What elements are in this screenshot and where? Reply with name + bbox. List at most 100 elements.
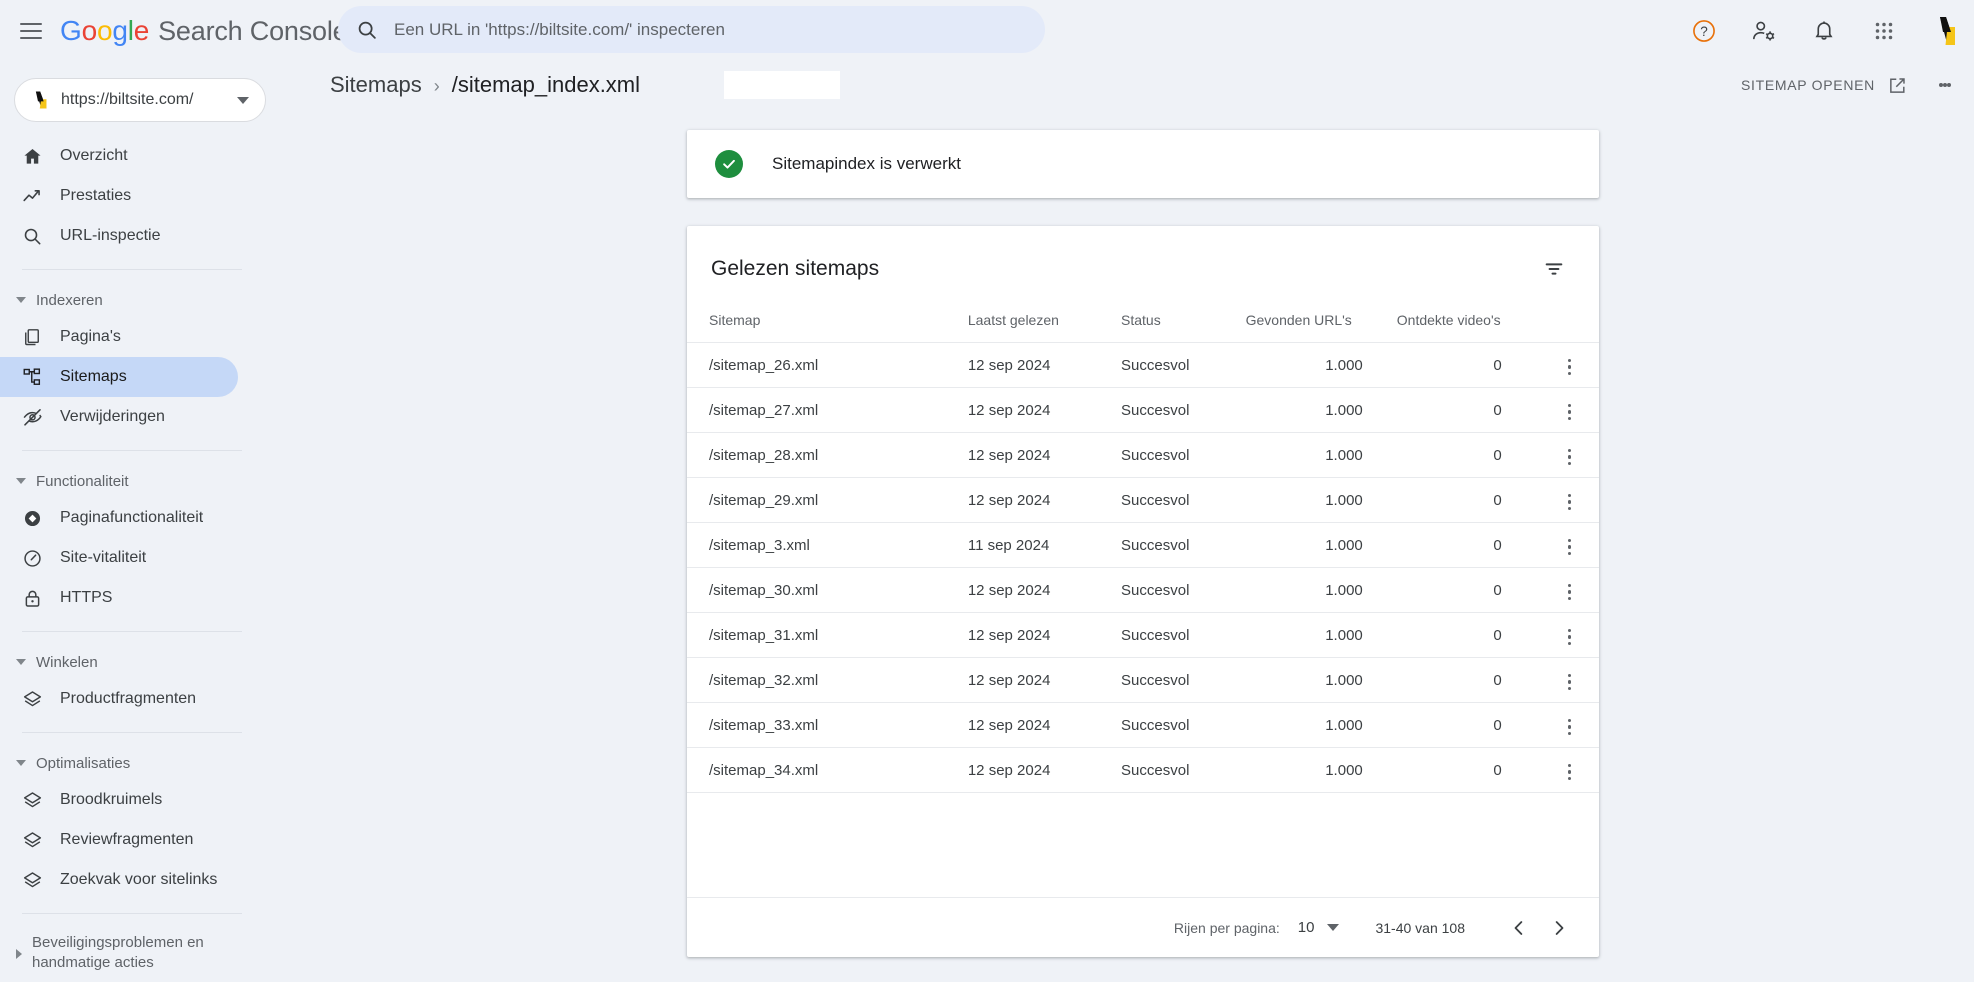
open-sitemap-button[interactable]: SITEMAP OPENEN — [1731, 67, 1918, 104]
table-row[interactable]: /sitemap_31.xml 12 sep 2024 Succesvol 1.… — [687, 612, 1599, 658]
column-header-ontdekte-videos[interactable]: Ontdekte video's — [1396, 306, 1540, 343]
cell-sitemap[interactable]: /sitemap_27.xml — [687, 387, 968, 433]
cell-sitemap[interactable]: /sitemap_32.xml — [687, 657, 968, 703]
home-icon — [22, 146, 48, 167]
row-overflow-menu-button[interactable] — [1555, 758, 1583, 786]
column-header-laatst-gelezen[interactable]: Laatst gelezen — [967, 306, 1122, 343]
sidebar-item-label: HTTPS — [60, 589, 113, 606]
cell-actions — [1539, 747, 1599, 793]
cell-actions — [1539, 657, 1599, 703]
column-header-actions — [1539, 306, 1599, 343]
row-overflow-menu-button[interactable] — [1555, 668, 1583, 696]
sidebar-item-zoekvak-voor-sitelinks[interactable]: Zoekvak voor sitelinks — [0, 860, 238, 900]
search-icon — [358, 21, 376, 39]
sidebar-item-verwijderingen[interactable]: Verwijderingen — [0, 397, 238, 437]
menu-icon[interactable] — [16, 16, 46, 46]
main-content: Sitemapindex is verwerkt Gelezen sitemap… — [266, 109, 1974, 982]
table-head-row: Sitemap Laatst gelezen Status Gevonden U… — [687, 306, 1599, 343]
row-overflow-menu-button[interactable] — [1555, 398, 1583, 426]
account-settings-icon[interactable] — [1744, 11, 1784, 51]
table-row[interactable]: /sitemap_3.xml 11 sep 2024 Succesvol 1.0… — [687, 522, 1599, 568]
breadcrumb-root-link[interactable]: Sitemaps — [330, 72, 422, 98]
sidebar-item-sitemaps[interactable]: Sitemaps — [0, 357, 238, 397]
row-overflow-menu-button[interactable] — [1555, 623, 1583, 651]
cell-last-read: 12 sep 2024 — [967, 387, 1122, 433]
divider — [22, 631, 242, 632]
sidebar-item-label: URL-inspectie — [60, 227, 161, 244]
sidebar-item-paginafunctionaliteit[interactable]: Paginafunctionaliteit — [0, 498, 238, 538]
sidebar-item-reviewfragmenten[interactable]: Reviewfragmenten — [0, 820, 238, 860]
row-overflow-menu-button[interactable] — [1555, 713, 1583, 741]
sidebar-group-functionaliteit[interactable]: Functionaliteit — [0, 464, 266, 498]
row-overflow-menu-button[interactable] — [1555, 443, 1583, 471]
url-inspection-search-box[interactable] — [338, 6, 1045, 53]
column-header-sitemap[interactable]: Sitemap — [687, 306, 968, 343]
search-icon — [22, 226, 48, 247]
sidebar-item-prestaties[interactable]: Prestaties — [0, 176, 238, 216]
rows-per-page-select[interactable]: 10 — [1298, 919, 1340, 936]
column-header-status[interactable]: Status — [1121, 306, 1246, 343]
cell-status: Succesvol — [1121, 747, 1246, 793]
row-overflow-menu-button[interactable] — [1555, 578, 1583, 606]
sidebar-item-broodkruimels[interactable]: Broodkruimels — [0, 780, 238, 820]
sidebar-group-beveiligingsproblemen[interactable]: Beveiligingsproblemen en handmatige acti… — [0, 927, 266, 979]
pages-icon — [22, 327, 48, 347]
table-row[interactable]: /sitemap_29.xml 12 sep 2024 Succesvol 1.… — [687, 477, 1599, 523]
table-row[interactable]: /sitemap_32.xml 12 sep 2024 Succesvol 1.… — [687, 657, 1599, 703]
avatar[interactable] — [1924, 13, 1960, 49]
layers-icon — [22, 689, 48, 710]
table-row[interactable]: /sitemap_33.xml 12 sep 2024 Succesvol 1.… — [687, 702, 1599, 748]
sidebar-item-label: Site-vitaliteit — [60, 549, 147, 566]
help-icon[interactable]: ? — [1684, 11, 1724, 51]
cell-urls: 1.000 — [1245, 522, 1397, 568]
sidebar-item-https[interactable]: HTTPS — [0, 578, 238, 618]
cell-urls: 1.000 — [1245, 342, 1397, 388]
page-overflow-menu-button[interactable] — [1928, 68, 1962, 102]
sidebar-item-label: Broodkruimels — [60, 791, 163, 808]
sidebar-item-overzicht[interactable]: Overzicht — [0, 136, 238, 176]
notifications-bell-icon[interactable] — [1804, 11, 1844, 51]
chevron-down-icon — [237, 96, 249, 104]
cell-sitemap[interactable]: /sitemap_31.xml — [687, 612, 968, 658]
cell-sitemap[interactable]: /sitemap_26.xml — [687, 342, 968, 388]
logo-letter: o — [81, 14, 98, 46]
filter-button[interactable] — [1537, 252, 1571, 286]
sidebar-group-winkelen[interactable]: Winkelen — [0, 645, 266, 679]
cell-sitemap[interactable]: /sitemap_30.xml — [687, 567, 968, 613]
sidebar-item-productfragmenten[interactable]: Productfragmenten — [0, 679, 238, 719]
table-row[interactable]: /sitemap_27.xml 12 sep 2024 Succesvol 1.… — [687, 387, 1599, 433]
cell-sitemap[interactable]: /sitemap_3.xml — [687, 522, 968, 568]
table-row[interactable]: /sitemap_26.xml 12 sep 2024 Succesvol 1.… — [687, 342, 1599, 388]
sidebar-item-url-inspectie[interactable]: URL-inspectie — [0, 216, 238, 256]
sidebar-nav: Overzicht Prestaties URL-inspectie Index… — [0, 136, 266, 982]
row-overflow-menu-button[interactable] — [1555, 353, 1583, 381]
cell-sitemap[interactable]: /sitemap_28.xml — [687, 432, 968, 478]
cell-sitemap[interactable]: /sitemap_29.xml — [687, 477, 968, 523]
cell-sitemap[interactable]: /sitemap_33.xml — [687, 702, 968, 748]
previous-page-button[interactable] — [1499, 908, 1539, 948]
sidebar-group-optimalisaties[interactable]: Optimalisaties — [0, 746, 266, 780]
search-input[interactable] — [392, 6, 1027, 53]
sidebar-item-paginas[interactable]: Pagina's — [0, 317, 238, 357]
loading-placeholder — [724, 71, 841, 99]
table-row[interactable]: /sitemap_30.xml 12 sep 2024 Succesvol 1.… — [687, 567, 1599, 613]
row-overflow-menu-button[interactable] — [1555, 533, 1583, 561]
cell-actions — [1539, 702, 1599, 748]
cell-sitemap[interactable]: /sitemap_34.xml — [687, 747, 968, 793]
sidebar-group-indexeren[interactable]: Indexeren — [0, 283, 266, 317]
layers-icon — [22, 790, 48, 811]
property-selector[interactable]: https://biltsite.com/ — [14, 78, 266, 122]
property-url-label: https://biltsite.com/ — [61, 91, 194, 108]
app-logo: Google Search Console — [60, 14, 348, 47]
top-app-bar: Google Search Console ? — [0, 0, 1974, 61]
google-apps-grid-icon[interactable] — [1864, 11, 1904, 51]
row-overflow-menu-button[interactable] — [1555, 488, 1583, 516]
table-row[interactable]: /sitemap_34.xml 12 sep 2024 Succesvol 1.… — [687, 747, 1599, 793]
logo-letter: g — [112, 14, 128, 46]
chevron-right-icon — [16, 949, 22, 959]
column-header-gevonden-urls[interactable]: Gevonden URL's — [1245, 306, 1397, 343]
table-row[interactable]: /sitemap_28.xml 12 sep 2024 Succesvol 1.… — [687, 432, 1599, 478]
sidebar-item-site-vitaliteit[interactable]: Site-vitaliteit — [0, 538, 238, 578]
next-page-button[interactable] — [1539, 908, 1579, 948]
sidebar-item-label: Prestaties — [60, 187, 132, 204]
